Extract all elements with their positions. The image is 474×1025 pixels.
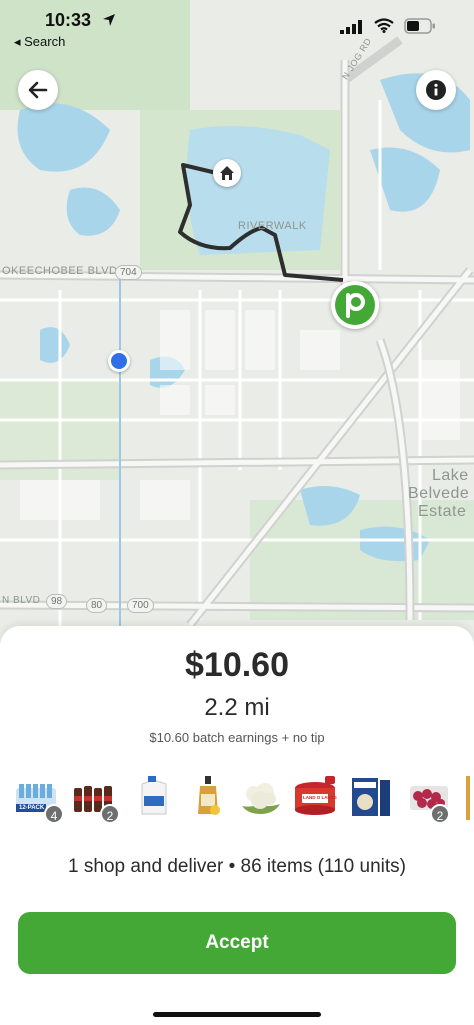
item-thumbnail[interactable] <box>238 774 284 826</box>
batch-summary: 1 shop and deliver • 86 items (110 units… <box>68 856 406 877</box>
map-label-estates: Estate <box>418 503 467 520</box>
next-item-peek <box>466 776 470 820</box>
batch-details-sheet: $10.60 2.2 mi $10.60 batch earnings + no… <box>0 626 474 1025</box>
item-thumbnail[interactable] <box>348 774 394 826</box>
item-count-badge: 4 <box>44 804 64 824</box>
back-button[interactable] <box>18 70 58 110</box>
batch-amount: $10.60 <box>185 646 289 684</box>
route-98-shield: 98 <box>46 594 68 609</box>
map-label-lake: Lake <box>432 467 469 484</box>
milk-jug-image <box>141 776 167 815</box>
honey-bottle-image <box>198 776 220 815</box>
item-thumbnails-strip[interactable]: 12-PACK 4 2 LAND O LAKES 2 <box>14 774 474 828</box>
item-count-badge: 2 <box>430 804 450 824</box>
map-view[interactable]: OKEECHOBEE BLVD RIVERWALK N JOG RD Lake … <box>0 0 474 660</box>
item-thumbnail[interactable]: 2 <box>70 774 120 826</box>
publix-logo-icon <box>346 293 365 318</box>
item-thumbnail[interactable]: 12-PACK 4 <box>14 774 64 826</box>
earnings-note: $10.60 batch earnings + no tip <box>149 730 325 745</box>
map-base <box>0 0 474 660</box>
map-label-belvedere: Belvede <box>408 485 470 502</box>
route-700-shield: 700 <box>127 598 154 613</box>
store-marker[interactable] <box>331 281 379 329</box>
cauliflower-image <box>242 783 280 814</box>
info-icon <box>426 80 446 100</box>
status-bar: 10:33 ◂ Search <box>0 0 474 56</box>
item-thumbnail[interactable]: LAND O LAKES <box>292 774 338 826</box>
map-label-riverwalk: RIVERWALK <box>238 220 307 232</box>
route-80-shield: 80 <box>86 598 108 613</box>
map-label-okeechobee: OKEECHOBEE BLVD <box>2 265 118 277</box>
item-thumbnail[interactable] <box>186 774 232 826</box>
map-label-blvd: N BLVD <box>2 595 41 606</box>
item-pack-label: 12-PACK <box>19 805 45 811</box>
cellular-signal-icon <box>340 20 362 34</box>
home-marker[interactable] <box>213 159 241 187</box>
info-button[interactable] <box>416 70 456 110</box>
accept-button[interactable]: Accept <box>18 912 456 974</box>
arrow-left-icon <box>28 81 48 99</box>
wifi-icon <box>374 18 394 33</box>
back-to-search-link[interactable]: ◂ Search <box>14 34 65 50</box>
cereal-box-image <box>352 778 390 816</box>
item-count-badge: 2 <box>100 804 120 824</box>
item-brand-label: LAND O LAKES <box>303 795 337 800</box>
home-icon <box>220 166 234 180</box>
batch-distance: 2.2 mi <box>204 694 270 721</box>
location-arrow-icon <box>103 14 115 26</box>
item-thumbnail[interactable] <box>132 774 178 826</box>
user-location-dot <box>108 350 130 372</box>
battery-icon <box>404 18 435 34</box>
route-704-shield: 704 <box>115 265 142 280</box>
status-time: 10:33 <box>45 10 92 30</box>
home-indicator[interactable] <box>153 1012 321 1017</box>
item-thumbnail[interactable]: 2 <box>406 774 452 826</box>
